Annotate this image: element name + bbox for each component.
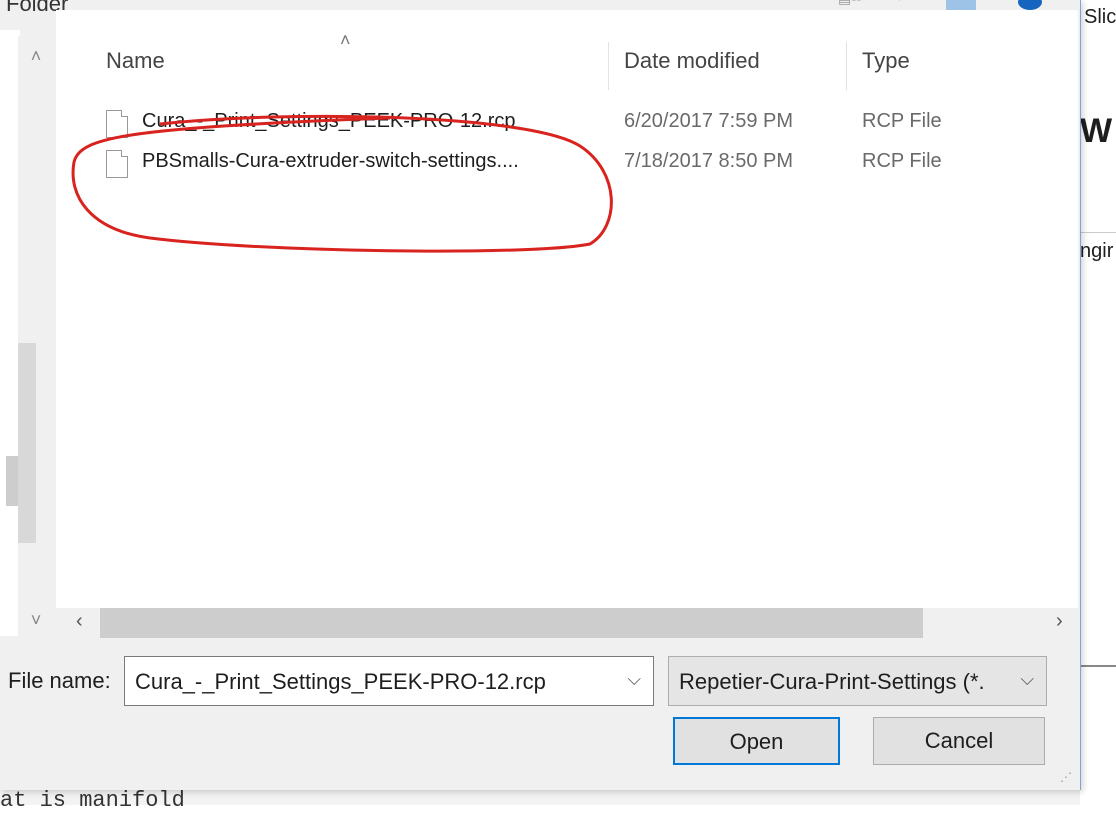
- engine-label-fragment: ngir: [1080, 240, 1114, 262]
- background-app-panel: Slice W ngir: [1080, 0, 1116, 805]
- file-name-label: File name:: [8, 668, 111, 693]
- nav-pane: [0, 30, 20, 636]
- scroll-down-icon[interactable]: ˅: [18, 610, 54, 631]
- sort-up-icon: ˄: [340, 30, 351, 50]
- file-name-value[interactable]: Cura_-_Print_Settings_PEEK-PRO-12.rcp: [135, 669, 546, 695]
- chevron-down-icon[interactable]: ⌵: [1020, 669, 1034, 690]
- view-icon[interactable]: ▤▫▫: [838, 0, 861, 7]
- file-type: RCP File: [862, 110, 942, 132]
- column-divider[interactable]: [608, 42, 609, 90]
- file-name-input[interactable]: Cura_-_Print_Settings_PEEK-PRO-12.rcp ⌵: [124, 656, 654, 706]
- file-type: RCP File: [862, 150, 942, 172]
- console-text: at is manifold: [0, 788, 185, 813]
- red-annotation-circle: [71, 114, 613, 253]
- divider: [1080, 665, 1116, 667]
- view-options[interactable]: ▤▫▫ ▾: [838, 0, 976, 10]
- file-type-filter-select[interactable]: Repetier-Cura-Print-Settings (*. ⌵: [668, 656, 1047, 706]
- scroll-left-icon[interactable]: ‹: [76, 610, 83, 633]
- cancel-button[interactable]: Cancel: [873, 717, 1045, 765]
- chevron-down-icon[interactable]: ▾: [896, 0, 903, 5]
- column-divider[interactable]: [846, 42, 847, 90]
- file-type-filter-value[interactable]: Repetier-Cura-Print-Settings (*.: [679, 669, 985, 695]
- nav-vertical-scrollbar[interactable]: ˄ ˅: [18, 36, 54, 636]
- resize-grip-icon[interactable]: ⋰: [1060, 770, 1072, 784]
- open-file-dialog: Folder ▤▫▫ ▾ ˄ ˅ ˄ Name Date modified Ty…: [0, 0, 1081, 790]
- heading-fragment: W: [1080, 112, 1113, 150]
- preview-pane-icon[interactable]: [946, 0, 976, 10]
- divider: [1080, 232, 1116, 233]
- column-header-date-modified[interactable]: Date modified: [624, 48, 760, 74]
- file-date: 6/20/2017 7:59 PM: [624, 110, 794, 132]
- horizontal-scroll-thumb[interactable]: [100, 608, 923, 638]
- chevron-down-icon[interactable]: ⌵: [627, 669, 641, 690]
- file-list-pane: [56, 10, 1078, 608]
- column-header-type[interactable]: Type: [862, 48, 910, 74]
- open-button[interactable]: Open: [673, 717, 840, 765]
- slice-tab-fragment: Slice: [1084, 6, 1116, 28]
- file-date: 7/18/2017 8:50 PM: [624, 150, 794, 172]
- scroll-up-icon[interactable]: ˄: [18, 46, 54, 67]
- scroll-right-icon[interactable]: ›: [1056, 610, 1063, 633]
- vertical-scroll-thumb[interactable]: [18, 343, 36, 543]
- column-header-name[interactable]: Name: [106, 48, 165, 74]
